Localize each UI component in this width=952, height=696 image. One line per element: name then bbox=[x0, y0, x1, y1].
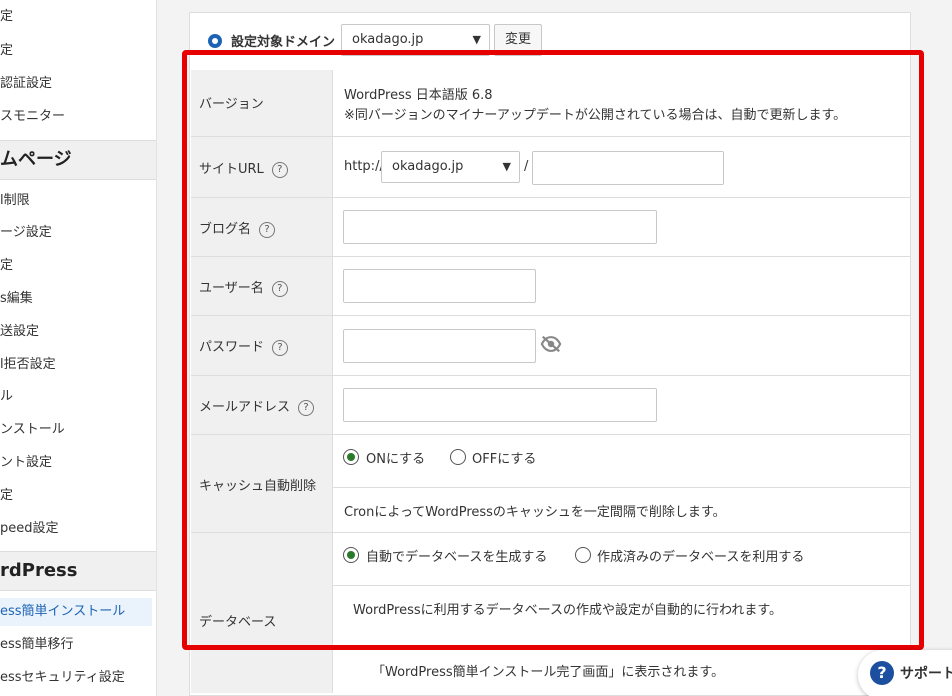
domain-select[interactable]: okadago.jp ▼ bbox=[341, 24, 490, 56]
chevron-down-icon: ▼ bbox=[502, 160, 511, 173]
site-url-label: サイトURL bbox=[199, 162, 264, 177]
row-username: ユーザー名? bbox=[191, 257, 910, 316]
site-url-domain-select[interactable]: okadago.jp ▼ bbox=[381, 151, 520, 183]
db-existing-radio[interactable] bbox=[575, 547, 591, 563]
domain-radio[interactable] bbox=[208, 34, 222, 48]
divider bbox=[333, 585, 910, 586]
url-prefix: http:// bbox=[344, 159, 384, 174]
email-label: メールアドレス bbox=[199, 400, 291, 415]
chevron-down-icon: ▼ bbox=[472, 33, 481, 46]
sidebar-item[interactable]: 認証設定 bbox=[0, 70, 156, 98]
password-label: パスワード bbox=[199, 340, 265, 355]
question-circle-icon: ? bbox=[870, 661, 894, 685]
cache-off-radio[interactable] bbox=[450, 449, 466, 465]
username-input[interactable] bbox=[343, 269, 536, 303]
row-blog-name: ブログ名? bbox=[191, 198, 910, 257]
cache-off-label[interactable]: OFFにする bbox=[472, 448, 536, 467]
database-note: WordPressに利用するデータベースの作成や設定が自動的に行われます。 bbox=[353, 603, 783, 618]
db-auto-radio[interactable] bbox=[343, 547, 359, 563]
row-header: メールアドレス? bbox=[191, 376, 333, 434]
cache-on-radio[interactable] bbox=[343, 449, 359, 465]
support-button[interactable]: ? サポート bbox=[858, 650, 952, 696]
sidebar-item[interactable]: 定 bbox=[0, 252, 156, 280]
sidebar-section-homepage: ムページ bbox=[0, 140, 156, 180]
sidebar-item[interactable]: ル bbox=[0, 383, 156, 411]
completion-note: 「WordPress簡単インストール完了画面」に表示されます。 bbox=[372, 665, 725, 680]
help-icon[interactable]: ? bbox=[271, 161, 288, 178]
username-label: ユーザー名 bbox=[199, 281, 264, 296]
row-header: キャッシュ自動削除 bbox=[191, 435, 333, 532]
sidebar-item[interactable]: 送設定 bbox=[0, 318, 156, 346]
blog-name-input[interactable] bbox=[343, 210, 657, 244]
help-icon[interactable]: ? bbox=[272, 339, 289, 356]
cache-note: CronによってWordPressのキャッシュを一定間隔で削除します。 bbox=[344, 505, 726, 520]
row-cache: キャッシュ自動削除 ONにする OFFにする CronによってWordPress… bbox=[191, 435, 910, 533]
help-icon[interactable]: ? bbox=[259, 221, 276, 238]
help-icon[interactable]: ? bbox=[271, 280, 288, 297]
db-auto-label[interactable]: 自動でデータベースを生成する bbox=[366, 546, 547, 565]
row-header: バージョン bbox=[191, 70, 333, 136]
sidebar-item[interactable]: ンストール bbox=[0, 416, 156, 444]
support-label: サポート bbox=[900, 666, 952, 682]
row-site-url: サイトURL? http:// okadago.jp ▼ / bbox=[191, 137, 910, 198]
row-header: サイトURL? bbox=[191, 137, 333, 197]
db-existing-label[interactable]: 作成済みのデータベースを利用する bbox=[597, 546, 804, 565]
sidebar-item-wp-easy-install[interactable]: ess簡単インストール bbox=[0, 598, 152, 626]
sidebar-item[interactable]: l制限 bbox=[0, 187, 156, 215]
version-label: バージョン bbox=[199, 97, 264, 112]
row-header: ブログ名? bbox=[191, 198, 333, 256]
sidebar-item[interactable]: peed設定 bbox=[0, 515, 156, 543]
sidebar-item-wp-migration[interactable]: ess簡単移行 bbox=[0, 631, 156, 659]
row-header: ユーザー名? bbox=[191, 257, 333, 315]
help-icon[interactable]: ? bbox=[298, 399, 315, 416]
row-email: メールアドレス? bbox=[191, 376, 910, 435]
sidebar: 定 定 認証設定 スモニター ムページ l制限 ージ設定 定 s編集 送設定 l… bbox=[0, 0, 157, 696]
sidebar-item[interactable]: 定 bbox=[0, 37, 156, 65]
row-version: バージョン WordPress 日本語版 6.8 ※同バージョンのマイナーアップ… bbox=[191, 70, 910, 137]
domain-label: 設定対象ドメイン bbox=[231, 35, 336, 50]
sidebar-item[interactable]: 定 bbox=[0, 3, 156, 31]
sidebar-item[interactable]: ント設定 bbox=[0, 449, 156, 477]
eye-slash-icon[interactable] bbox=[540, 334, 562, 354]
cache-on-label[interactable]: ONにする bbox=[366, 448, 425, 467]
site-url-path-input[interactable] bbox=[532, 151, 724, 185]
sidebar-item[interactable]: スモニター bbox=[0, 103, 156, 131]
cache-label: キャッシュ自動削除 bbox=[199, 479, 317, 494]
sidebar-section-wordpress: rdPress bbox=[0, 551, 156, 591]
sidebar-item[interactable]: 定 bbox=[0, 482, 156, 510]
row-header: データベース bbox=[191, 533, 333, 693]
divider bbox=[333, 487, 910, 488]
change-domain-button[interactable]: 変更 bbox=[494, 24, 542, 56]
sidebar-item-wp-security[interactable]: essセキュリティ設定 bbox=[0, 664, 156, 692]
sidebar-item[interactable]: s編集 bbox=[0, 285, 156, 313]
sidebar-item[interactable]: ージ設定 bbox=[0, 219, 156, 247]
sidebar-item[interactable]: l拒否設定 bbox=[0, 351, 156, 379]
version-value: WordPress 日本語版 6.8 bbox=[344, 88, 493, 103]
url-slash: / bbox=[524, 159, 529, 174]
password-input[interactable] bbox=[343, 329, 536, 363]
row-header: パスワード? bbox=[191, 316, 333, 375]
email-input[interactable] bbox=[343, 388, 657, 422]
database-label: データベース bbox=[199, 615, 277, 630]
version-note: ※同バージョンのマイナーアップデートが公開されている場合は、自動で更新します。 bbox=[344, 108, 847, 123]
blog-name-label: ブログ名 bbox=[199, 222, 252, 237]
